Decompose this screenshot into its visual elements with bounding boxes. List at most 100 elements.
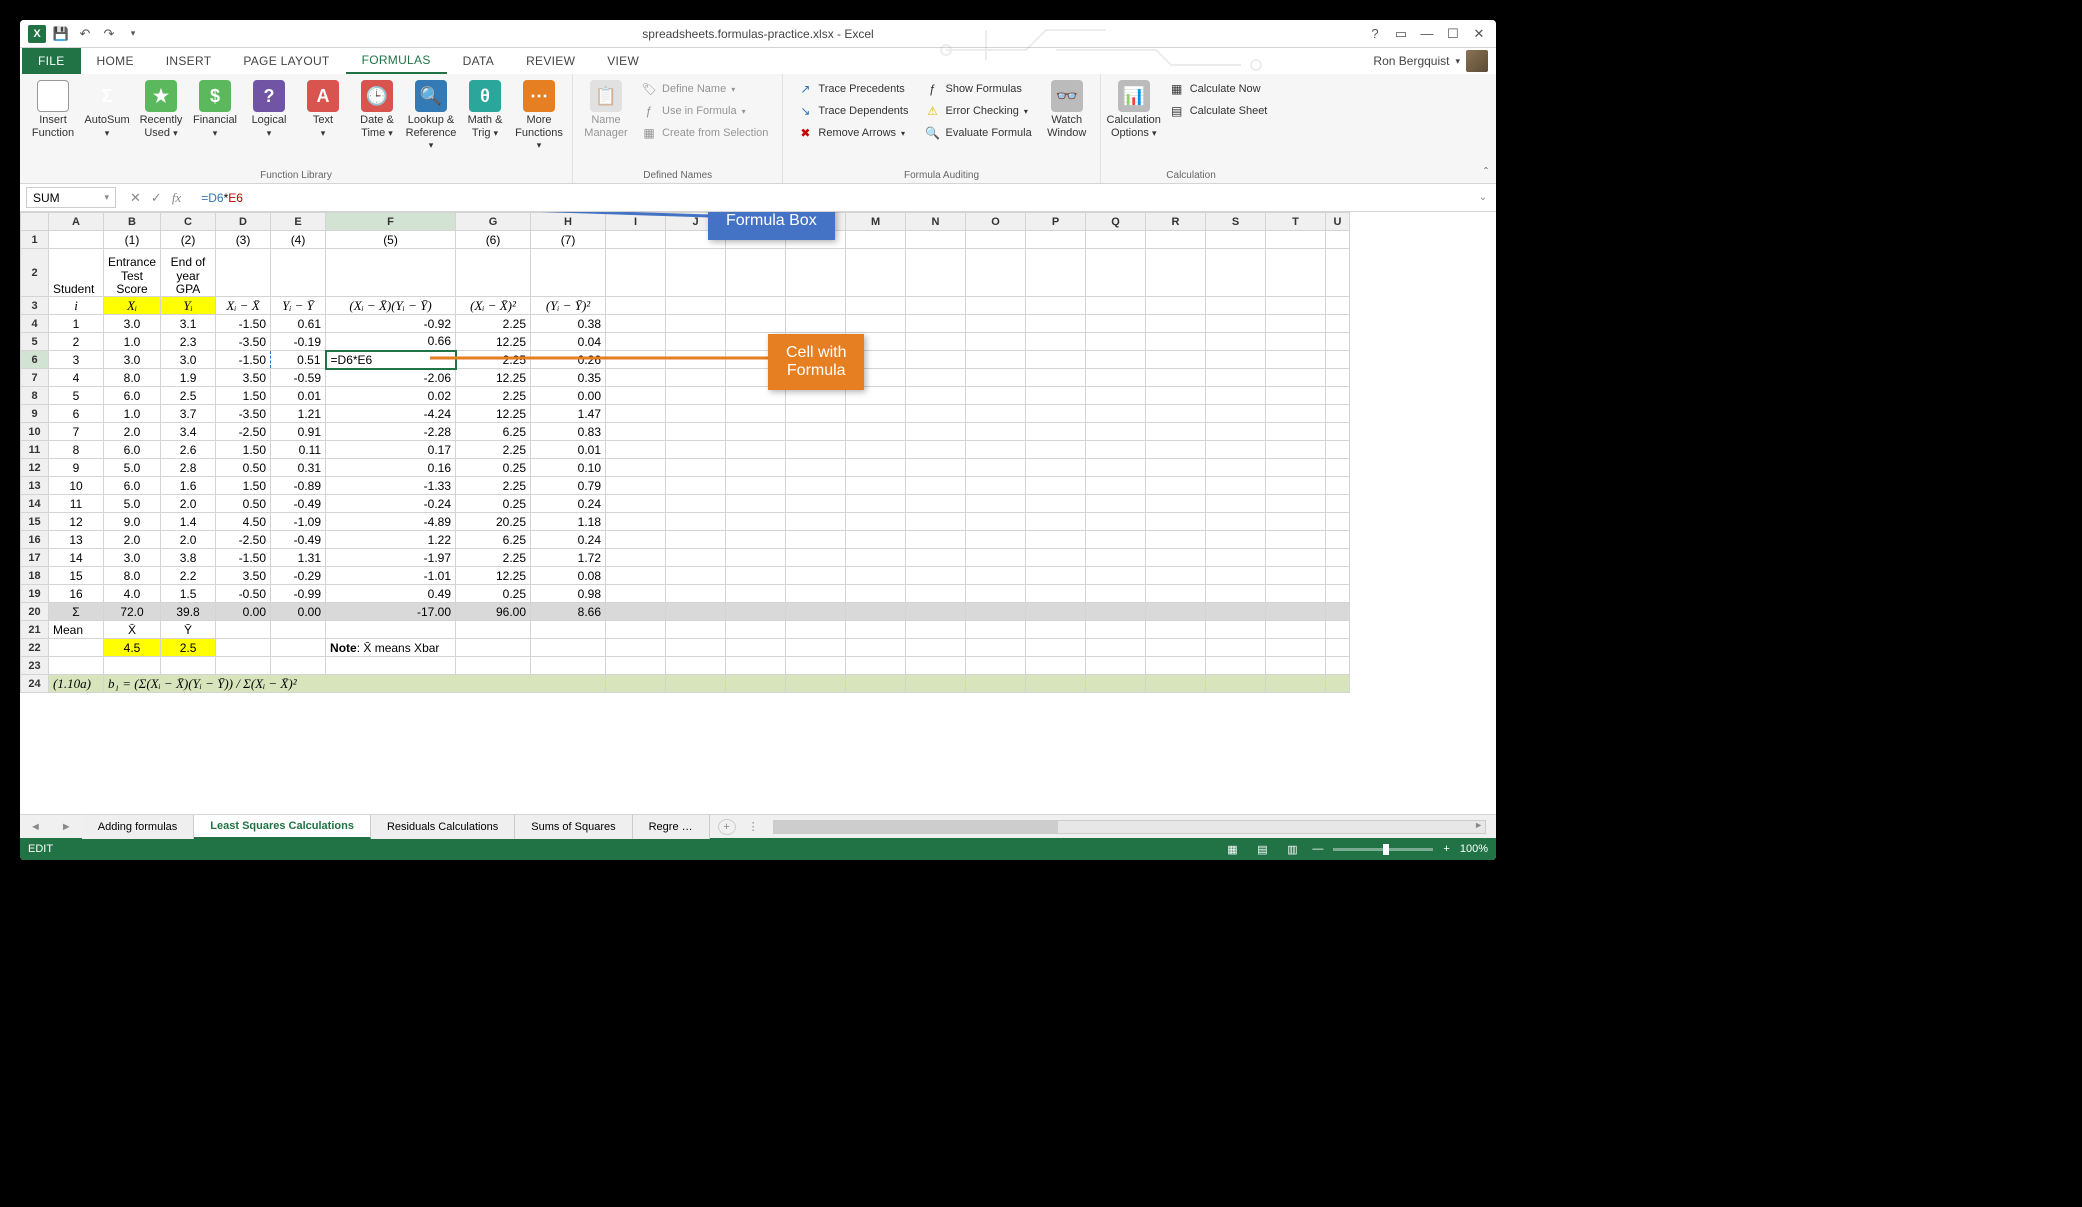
cell[interactable] (846, 423, 906, 441)
cell[interactable]: 3.1 (161, 315, 216, 333)
cell[interactable] (1266, 639, 1326, 657)
cell[interactable] (786, 459, 846, 477)
cell[interactable] (1026, 459, 1086, 477)
cell[interactable] (786, 585, 846, 603)
use-in-formula-button[interactable]: ƒUse in Formula ▾ (635, 100, 774, 122)
cell[interactable] (966, 657, 1026, 675)
row-header[interactable]: 11 (21, 441, 49, 459)
cell[interactable] (1266, 603, 1326, 621)
cell[interactable]: (5) (326, 231, 456, 249)
cell[interactable] (906, 621, 966, 639)
cell[interactable] (846, 513, 906, 531)
cell[interactable]: -1.50 (216, 351, 271, 369)
cell[interactable]: 0.02 (326, 387, 456, 405)
cell[interactable] (1266, 441, 1326, 459)
cell[interactable]: 0.04 (531, 333, 606, 351)
cell[interactable] (726, 585, 786, 603)
cell[interactable]: Ȳ (161, 621, 216, 639)
cell[interactable]: -2.28 (326, 423, 456, 441)
cell[interactable]: 0.38 (531, 315, 606, 333)
cell[interactable]: -0.92 (326, 315, 456, 333)
cell[interactable]: -0.99 (271, 585, 326, 603)
cell[interactable]: 8.0 (104, 369, 161, 387)
cell[interactable] (1026, 621, 1086, 639)
cell[interactable] (1206, 603, 1266, 621)
cell[interactable] (1206, 441, 1266, 459)
cell[interactable] (606, 675, 666, 693)
cell[interactable]: 2.0 (104, 531, 161, 549)
cell[interactable] (846, 675, 906, 693)
tab-file[interactable]: FILE (22, 48, 81, 74)
cell[interactable] (786, 603, 846, 621)
cell[interactable]: 1.0 (104, 333, 161, 351)
cell[interactable]: Xᵢ (104, 297, 161, 315)
cell[interactable]: 0.98 (531, 585, 606, 603)
cell[interactable] (1326, 333, 1350, 351)
cell[interactable] (666, 333, 726, 351)
cell[interactable] (1086, 621, 1146, 639)
cell[interactable]: (7) (531, 231, 606, 249)
cell[interactable] (966, 477, 1026, 495)
cell[interactable] (1326, 639, 1350, 657)
ribbon-opts-button[interactable]: ▭ (1390, 25, 1412, 43)
cell[interactable] (1146, 567, 1206, 585)
cell[interactable] (726, 657, 786, 675)
qat-customize-icon[interactable]: ▾ (124, 25, 142, 43)
cell[interactable]: 2.0 (104, 423, 161, 441)
cell[interactable]: 0.10 (531, 459, 606, 477)
cell[interactable]: 1.47 (531, 405, 606, 423)
cell[interactable]: 96.00 (456, 603, 531, 621)
cell[interactable]: 6.0 (104, 387, 161, 405)
maximize-button[interactable]: ☐ (1442, 25, 1464, 43)
cell[interactable] (846, 495, 906, 513)
cell[interactable]: 14 (49, 549, 104, 567)
text-button[interactable]: AText▾ (298, 78, 348, 141)
cell[interactable] (216, 249, 271, 297)
cell[interactable] (606, 639, 666, 657)
row-header[interactable]: 17 (21, 549, 49, 567)
cell[interactable] (1266, 333, 1326, 351)
cell[interactable] (786, 657, 846, 675)
cell[interactable] (606, 369, 666, 387)
cell[interactable] (1326, 351, 1350, 369)
cell[interactable] (1206, 351, 1266, 369)
cell[interactable] (1086, 675, 1146, 693)
sheet-tab[interactable]: Regre … (633, 815, 710, 839)
cell[interactable] (1326, 585, 1350, 603)
cell[interactable] (1026, 585, 1086, 603)
cell[interactable] (1206, 423, 1266, 441)
cell[interactable]: 13 (49, 531, 104, 549)
cell[interactable] (906, 513, 966, 531)
cell[interactable]: (Xᵢ − X̄)(Yᵢ − Ȳ) (326, 297, 456, 315)
cell[interactable] (1026, 387, 1086, 405)
cell[interactable] (1326, 495, 1350, 513)
cell[interactable] (906, 639, 966, 657)
cell[interactable] (906, 549, 966, 567)
cell[interactable] (966, 513, 1026, 531)
cell[interactable]: (1) (104, 231, 161, 249)
cell[interactable] (1086, 585, 1146, 603)
cell[interactable] (606, 531, 666, 549)
cell[interactable] (1146, 315, 1206, 333)
cell[interactable] (1026, 477, 1086, 495)
cell[interactable] (726, 549, 786, 567)
cell[interactable] (606, 315, 666, 333)
cell[interactable] (1026, 333, 1086, 351)
cell[interactable] (966, 405, 1026, 423)
cell[interactable] (1086, 531, 1146, 549)
cell[interactable] (1266, 495, 1326, 513)
cell[interactable] (1026, 249, 1086, 297)
expand-formula-bar-icon[interactable]: ⌄ (1476, 192, 1490, 203)
cell[interactable] (1146, 513, 1206, 531)
cell[interactable] (1326, 675, 1350, 693)
cell[interactable] (906, 423, 966, 441)
cell[interactable]: (3) (216, 231, 271, 249)
cell[interactable]: 3.8 (161, 549, 216, 567)
cell[interactable]: 0.00 (216, 603, 271, 621)
cell[interactable] (1086, 657, 1146, 675)
cell[interactable] (786, 297, 846, 315)
horizontal-scrollbar[interactable]: ◄ ► (773, 820, 1486, 834)
cell[interactable]: 1.6 (161, 477, 216, 495)
row-header[interactable]: 16 (21, 531, 49, 549)
cell[interactable] (786, 315, 846, 333)
